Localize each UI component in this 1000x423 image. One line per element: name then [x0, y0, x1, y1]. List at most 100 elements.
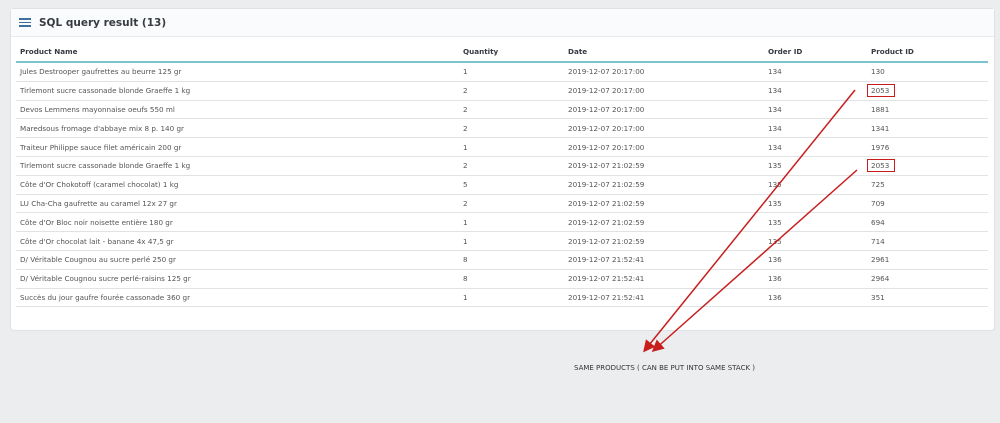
cell-text: 5: [463, 180, 468, 190]
cell-text: Côte d'Or Chokotoff (caramel chocolat) 1…: [20, 180, 179, 190]
cell-text: 1: [463, 292, 468, 302]
table-row[interactable]: Jules Destrooper gaufrettes au beurre 12…: [16, 62, 988, 82]
cell-text: 2: [463, 161, 468, 171]
table-cell: 2019-12-07 21:52:41: [564, 269, 764, 289]
table-row[interactable]: Succès du jour gaufre fourée cassonade 3…: [16, 288, 988, 308]
table-cell: 2053: [867, 156, 988, 176]
list-icon: [19, 18, 31, 27]
table-cell: 134: [764, 118, 867, 139]
table-cell: 2: [459, 118, 564, 139]
cell-text: 134: [768, 123, 782, 133]
table-row[interactable]: Traiteur Philippe sauce filet américain …: [16, 137, 988, 157]
column-header[interactable]: Product ID: [867, 42, 988, 63]
cell-text: 2019-12-07 21:52:41: [568, 292, 645, 302]
table-row[interactable]: D/ Véritable Cougnou sucre perlé-raisins…: [16, 269, 988, 289]
column-header[interactable]: Product Name: [16, 42, 459, 63]
cell-text: 1341: [871, 123, 890, 133]
table-cell: 1976: [867, 137, 988, 157]
cell-text: 136: [768, 292, 782, 302]
column-header[interactable]: Quantity: [459, 42, 564, 63]
cell-text: 709: [871, 198, 885, 208]
table-cell: Tirlemont sucre cassonade blonde Graeffe…: [16, 81, 459, 101]
table-row[interactable]: LU Cha-Cha gaufrette au caramel 12x 27 g…: [16, 194, 988, 214]
table-cell: D/ Véritable Cougnou sucre perlé-raisins…: [16, 269, 459, 289]
cell-text: Côte d'Or chocolat lait - banane 4x 47,5…: [20, 236, 174, 246]
table-cell: 2019-12-07 21:02:59: [564, 212, 764, 233]
table-cell: 136: [764, 288, 867, 308]
cell-text: 2: [463, 86, 468, 96]
table-row[interactable]: Tirlemont sucre cassonade blonde Graeffe…: [16, 81, 988, 101]
table-row[interactable]: Devos Lemmens mayonnaise oeufs 550 ml 2 20…: [16, 100, 988, 120]
panel-title: SQL query result (13): [39, 16, 167, 29]
cell-text: 714: [871, 236, 885, 246]
table-cell: 1: [459, 288, 564, 308]
table-cell: 135: [764, 194, 867, 214]
table-row[interactable]: Maredsous fromage d'abbaye mix 8 p. 140 …: [16, 118, 988, 139]
table-row[interactable]: Côte d'Or Bloc noir noisette entière 180…: [16, 212, 988, 233]
table-cell: 1341: [867, 118, 988, 139]
cell-text: Succès du jour gaufre fourée cassonade 3…: [20, 292, 191, 302]
table-cell: 130: [867, 62, 988, 82]
cell-text: 2019-12-07 21:02:59: [568, 180, 645, 190]
table-cell: 2964: [867, 269, 988, 289]
cell-text: 1976: [871, 142, 890, 152]
cell-text: 135: [768, 180, 782, 190]
table-cell: 135: [764, 156, 867, 176]
cell-text: Tirlemont sucre cassonade blonde Graeffe…: [20, 161, 191, 171]
cell-text: D/ Véritable Cougnou au sucre perlé 250 …: [20, 255, 176, 265]
table-cell: 1: [459, 62, 564, 82]
table-row[interactable]: Côte d'Or chocolat lait - banane 4x 47,5…: [16, 231, 988, 251]
cell-text: 2961: [871, 255, 890, 265]
column-header[interactable]: Date: [564, 42, 764, 63]
table-row[interactable]: Côte d'Or Chokotoff (caramel chocolat) 1…: [16, 175, 988, 195]
table-cell: 1881: [867, 100, 988, 120]
table-cell: Tirlemont sucre cassonade blonde Graeffe…: [16, 156, 459, 176]
cell-text: 135: [768, 161, 782, 171]
table-cell: 1: [459, 137, 564, 157]
cell-text: 2019-12-07 21:02:59: [568, 161, 645, 171]
table-cell: 136: [764, 250, 867, 270]
table-cell: Traiteur Philippe sauce filet américain …: [16, 137, 459, 157]
table-header-row: Product Name Quantity Date Order ID Product …: [16, 42, 988, 63]
table-row[interactable]: D/ Véritable Cougnou au sucre perlé 250 …: [16, 250, 988, 270]
cell-text: 1: [463, 236, 468, 246]
cell-text: 2019-12-07 21:52:41: [568, 274, 645, 284]
table-cell: Côte d'Or Bloc noir noisette entière 180…: [16, 212, 459, 233]
cell-text: 2: [463, 104, 468, 114]
result-table: Product Name Quantity Date Order ID Product …: [16, 42, 988, 308]
cell-text: 2964: [871, 274, 890, 284]
table-cell: 2019-12-07 20:17:00: [564, 137, 764, 157]
table-cell: 2019-12-07 20:17:00: [564, 62, 764, 82]
cell-text: LU Cha-Cha gaufrette au caramel 12x 27 g…: [20, 198, 177, 208]
table-cell: Côte d'Or chocolat lait - banane 4x 47,5…: [16, 231, 459, 251]
cell-text: 2019-12-07 20:17:00: [568, 123, 645, 133]
cell-text: 134: [768, 67, 782, 77]
cell-text: 2: [463, 198, 468, 208]
annotation-note: SAME PRODUCTS ( CAN BE PUT INTO SAME STA…: [574, 364, 756, 372]
cell-text: 8: [463, 255, 468, 265]
table-row[interactable]: Tirlemont sucre cassonade blonde Graeffe…: [16, 156, 988, 176]
cell-text: 134: [768, 142, 782, 152]
cell-text: 1881: [871, 104, 890, 114]
table-cell: 1: [459, 212, 564, 233]
table-cell: 2019-12-07 21:02:59: [564, 175, 764, 195]
cell-text: 8: [463, 274, 468, 284]
table-cell: 2019-12-07 21:02:59: [564, 194, 764, 214]
table-cell: 134: [764, 62, 867, 82]
table-cell: 725: [867, 175, 988, 195]
cell-text: D/ Véritable Cougnou sucre perlé-raisins…: [20, 274, 191, 284]
cell-text: Jules Destrooper gaufrettes au beurre 12…: [20, 67, 182, 77]
cell-text: 1: [463, 67, 468, 77]
table-cell: 8: [459, 250, 564, 270]
table-cell: D/ Véritable Cougnou au sucre perlé 250 …: [16, 250, 459, 270]
cell-text: 2019-12-07 20:17:00: [568, 104, 645, 114]
cell-text: 2019-12-07 20:17:00: [568, 67, 645, 77]
cell-text: Tirlemont sucre cassonade blonde Graeffe…: [20, 86, 191, 96]
cell-text: 134: [768, 86, 782, 96]
cell-text: 2019-12-07 21:02:59: [568, 217, 645, 227]
cell-text: 1: [463, 217, 468, 227]
column-header[interactable]: Order ID: [764, 42, 867, 63]
table-cell: 351: [867, 288, 988, 308]
table-cell: 709: [867, 194, 988, 214]
table-cell: Jules Destrooper gaufrettes au beurre 12…: [16, 62, 459, 82]
